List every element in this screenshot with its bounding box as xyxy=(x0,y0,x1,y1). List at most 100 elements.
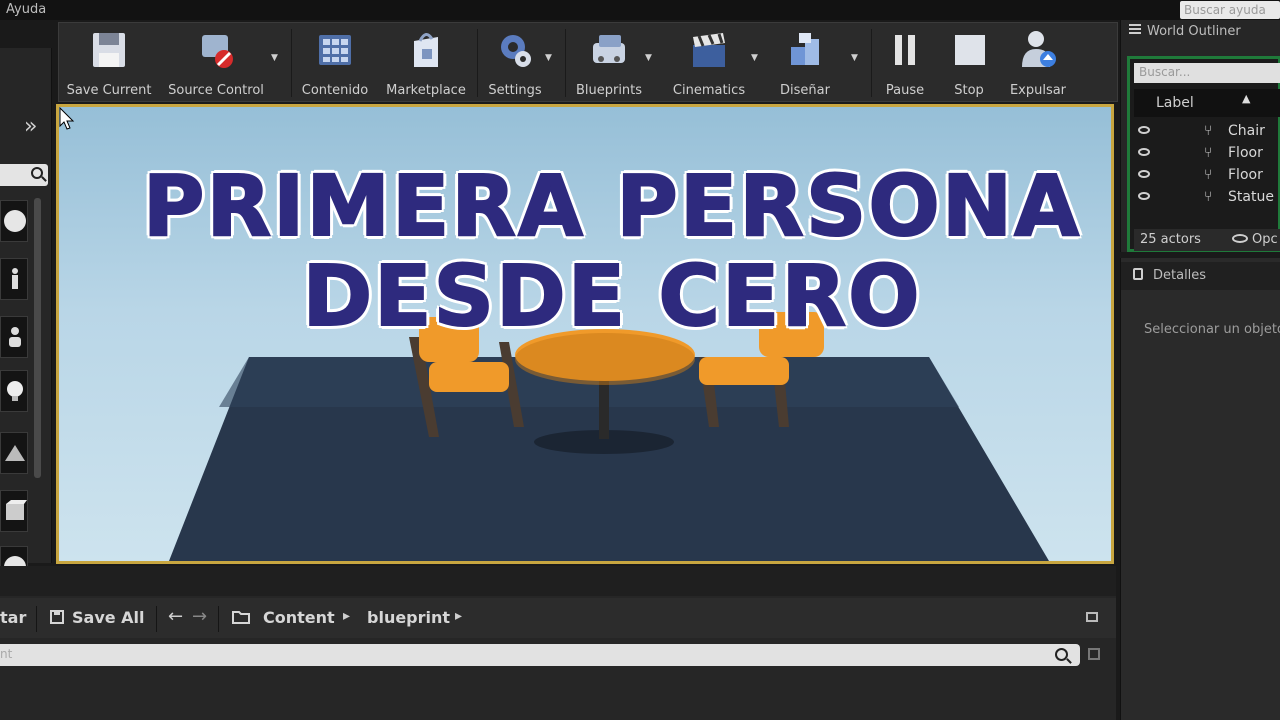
breadcrumb-blueprint[interactable]: blueprint xyxy=(367,608,450,627)
light-tile[interactable] xyxy=(0,370,28,412)
sphere-icon xyxy=(4,210,26,232)
expand-chevron-icon[interactable]: » xyxy=(24,114,37,139)
breadcrumb-chevron-icon[interactable]: ▸ xyxy=(343,608,350,624)
outliner-row[interactable]: ⑂ Chair xyxy=(1134,121,1280,143)
lock-icon[interactable] xyxy=(1086,612,1098,622)
actor-icon: ⑂ xyxy=(1204,145,1213,161)
toolbar-separator xyxy=(156,606,157,632)
content-grid-icon xyxy=(319,35,351,65)
volume-tile[interactable] xyxy=(0,432,28,474)
toolbar-separator xyxy=(871,29,872,97)
details-tab[interactable]: Detalles xyxy=(1121,262,1280,290)
title-overlay: PRIMERA PERSONA DESDE CERO xyxy=(59,157,1111,345)
build-dropdown-icon[interactable]: ▼ xyxy=(851,53,858,63)
source-control-dropdown-icon[interactable]: ▼ xyxy=(271,53,278,63)
back-arrow-icon[interactable]: ← xyxy=(168,606,183,627)
help-search-input[interactable]: Buscar ayuda xyxy=(1180,1,1280,19)
outliner-row[interactable]: ⑂ Floor xyxy=(1134,165,1280,187)
save-all-button[interactable]: Save All xyxy=(72,608,145,627)
level-viewport[interactable]: PRIMERA PERSONA DESDE CERO xyxy=(56,104,1114,564)
filter-placeholder: nt xyxy=(0,647,13,661)
world-outliner-panel: World Outliner Buscar... Label ▲ ⑂ Chair … xyxy=(1120,20,1280,252)
toolbar-separator xyxy=(36,606,37,632)
actor-icon: ⑂ xyxy=(1204,167,1213,183)
build-button[interactable]: Diseñar xyxy=(765,27,845,99)
stop-button[interactable]: Stop xyxy=(941,27,997,99)
sphere-tile[interactable] xyxy=(0,200,28,242)
title-line-2: DESDE CERO xyxy=(301,247,922,345)
mouse-cursor-icon xyxy=(59,107,75,130)
blueprints-button[interactable]: Blueprints xyxy=(569,27,649,99)
list-icon xyxy=(1129,24,1141,36)
blueprints-dropdown-icon[interactable]: ▼ xyxy=(645,53,652,63)
settings-button[interactable]: Settings xyxy=(481,27,549,99)
settings-dropdown-icon[interactable]: ▼ xyxy=(545,53,552,63)
view-options-button[interactable]: Opc xyxy=(1232,232,1278,247)
character-tile[interactable] xyxy=(0,258,28,300)
toolbar-separator xyxy=(291,29,292,97)
settings-gears-icon xyxy=(501,35,531,67)
outliner-row[interactable]: ⑂ Floor xyxy=(1134,143,1280,165)
eject-button[interactable]: Expulsar xyxy=(1003,27,1073,99)
modes-scrollbar[interactable] xyxy=(34,198,41,478)
clapperboard-icon xyxy=(693,33,725,67)
details-panel: Detalles Seleccionar un objeto xyxy=(1120,258,1280,720)
blueprints-icon xyxy=(593,35,625,63)
filter-settings-icon[interactable] xyxy=(1088,648,1100,660)
volume-icon xyxy=(5,445,25,461)
pawn-tile[interactable] xyxy=(0,316,28,358)
outliner-row[interactable]: ⑂ Statue xyxy=(1134,187,1280,209)
details-icon xyxy=(1133,268,1143,280)
save-all-icon xyxy=(50,610,64,624)
toolbar-separator xyxy=(218,606,219,632)
content-button[interactable]: Contenido xyxy=(297,27,373,99)
mannequin-icon xyxy=(12,268,18,289)
breadcrumb-chevron-icon[interactable]: ▸ xyxy=(455,608,462,624)
modes-search-input[interactable] xyxy=(0,164,48,186)
actor-count: 25 actors xyxy=(1140,232,1201,247)
folder-icon xyxy=(232,611,250,624)
title-line-1: PRIMERA PERSONA xyxy=(142,157,1082,255)
search-icon xyxy=(31,167,43,179)
visibility-eye-icon[interactable] xyxy=(1138,192,1150,200)
world-outliner-tab[interactable]: World Outliner xyxy=(1129,24,1241,39)
build-cubes-icon xyxy=(791,33,819,65)
eye-icon xyxy=(1232,234,1248,243)
content-search-input[interactable]: nt xyxy=(0,644,1080,666)
save-current-button[interactable]: Save Current xyxy=(63,27,155,99)
sort-ascending-icon[interactable]: ▲ xyxy=(1242,92,1250,105)
eject-person-icon xyxy=(1022,31,1056,67)
search-icon[interactable] xyxy=(1055,648,1068,661)
pawn-icon xyxy=(9,327,21,347)
details-empty-hint: Seleccionar un objeto xyxy=(1144,322,1280,337)
forward-arrow-icon[interactable]: → xyxy=(192,606,207,627)
outliner-content: Buscar... Label ▲ ⑂ Chair ⑂ Floor ⑂ Floor ⑂… xyxy=(1127,56,1280,252)
import-button[interactable]: tar xyxy=(0,608,26,627)
menu-bar: Ayuda Buscar ayuda xyxy=(0,0,1280,20)
floppy-disk-icon xyxy=(93,33,125,67)
outliner-footer: 25 actors Opc xyxy=(1134,229,1280,251)
main-toolbar: Save Current Source Control ▼ Contenido … xyxy=(58,22,1118,102)
label-column: Label xyxy=(1156,95,1194,111)
actor-icon: ⑂ xyxy=(1204,189,1213,205)
outliner-search-input[interactable]: Buscar... xyxy=(1134,63,1280,83)
content-browser-header xyxy=(0,566,1116,596)
source-control-icon xyxy=(202,35,233,68)
toolbar-separator xyxy=(477,29,478,97)
cinematics-dropdown-icon[interactable]: ▼ xyxy=(751,53,758,63)
cube-icon xyxy=(6,500,27,520)
marketplace-bag-icon xyxy=(414,33,438,67)
cube-tile[interactable] xyxy=(0,490,28,532)
pause-button[interactable]: Pause xyxy=(877,27,933,99)
source-control-button[interactable]: Source Control xyxy=(163,27,269,99)
light-bulb-icon xyxy=(7,381,23,401)
outliner-column-header[interactable]: Label ▲ xyxy=(1134,89,1280,117)
visibility-eye-icon[interactable] xyxy=(1138,126,1150,134)
breadcrumb-content[interactable]: Content xyxy=(263,608,335,627)
cinematics-button[interactable]: Cinematics xyxy=(663,27,755,99)
marketplace-button[interactable]: Marketplace xyxy=(381,27,471,99)
menu-item-help[interactable]: Ayuda xyxy=(6,2,46,17)
visibility-eye-icon[interactable] xyxy=(1138,148,1150,156)
stop-icon xyxy=(955,35,985,65)
visibility-eye-icon[interactable] xyxy=(1138,170,1150,178)
